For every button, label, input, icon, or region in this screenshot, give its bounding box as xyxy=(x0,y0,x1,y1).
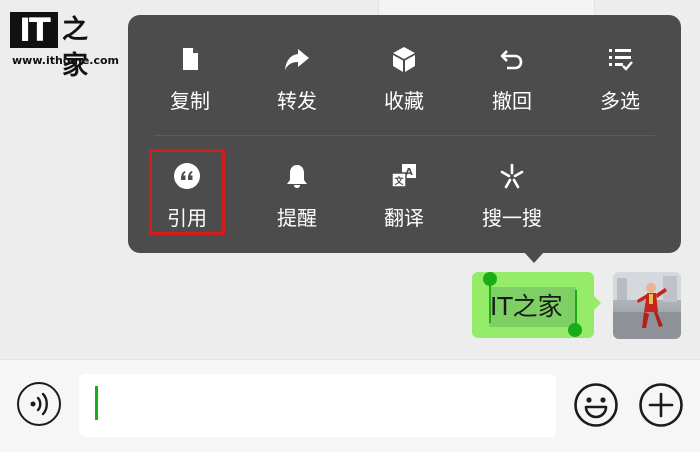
multi-select-icon xyxy=(609,49,633,71)
emoji-icon xyxy=(574,383,618,427)
voice-icon xyxy=(30,392,48,416)
menu-item-label: 搜一搜 xyxy=(482,206,542,230)
menu-item-label: 翻译 xyxy=(384,206,424,230)
avatar[interactable] xyxy=(613,272,681,339)
menu-item-recall[interactable]: 撤回 xyxy=(470,35,554,115)
voice-input-button[interactable] xyxy=(17,382,61,426)
more-options-button[interactable] xyxy=(638,382,684,428)
selection-handle-start-line xyxy=(489,285,491,323)
avatar-image xyxy=(613,272,681,339)
quote-highlight-box xyxy=(149,149,225,235)
menu-item-multiselect[interactable]: 多选 xyxy=(578,35,662,115)
undo-icon xyxy=(500,50,523,70)
bell-icon xyxy=(287,165,307,188)
share-forward-icon xyxy=(285,49,309,70)
document-icon xyxy=(183,48,198,70)
message-bubble-tail xyxy=(594,296,601,310)
message-text[interactable]: IT之家 xyxy=(490,287,563,327)
message-input[interactable] xyxy=(79,374,556,437)
menu-item-translate[interactable]: A 文 翻译 xyxy=(362,152,446,232)
menu-item-label: 撤回 xyxy=(492,89,532,113)
message-context-menu: 复制 转发 收藏 撤回 多选 引用 提醒 A 文 翻译 搜一搜 xyxy=(128,15,681,253)
menu-item-copy[interactable]: 复制 xyxy=(148,35,232,115)
menu-item-forward[interactable]: 转发 xyxy=(255,35,339,115)
selection-handle-end[interactable] xyxy=(568,323,582,337)
text-caret xyxy=(95,386,98,420)
translate-icon: A 文 xyxy=(391,164,416,188)
menu-item-remind[interactable]: 提醒 xyxy=(255,152,339,232)
menu-item-label: 复制 xyxy=(170,89,210,113)
menu-item-search[interactable]: 搜一搜 xyxy=(470,152,554,232)
svg-text:文: 文 xyxy=(393,175,404,187)
previous-message-edge xyxy=(378,0,595,16)
selection-handle-start[interactable] xyxy=(483,272,497,286)
plus-icon xyxy=(639,383,683,427)
menu-item-label: 多选 xyxy=(600,89,640,113)
cube-icon xyxy=(393,47,415,72)
menu-item-label: 提醒 xyxy=(277,206,317,230)
menu-item-label: 收藏 xyxy=(384,89,424,113)
emoji-button[interactable] xyxy=(573,382,619,428)
menu-divider xyxy=(154,135,655,136)
logo-glyph: 之家 xyxy=(62,15,89,81)
search-sparkle-icon xyxy=(500,163,524,189)
menu-item-label: 转发 xyxy=(277,89,317,113)
logo-mark: IT xyxy=(10,12,58,48)
menu-pointer xyxy=(524,252,544,263)
menu-item-favorite[interactable]: 收藏 xyxy=(362,35,446,115)
logo-url: www.ithome.com xyxy=(12,54,120,67)
